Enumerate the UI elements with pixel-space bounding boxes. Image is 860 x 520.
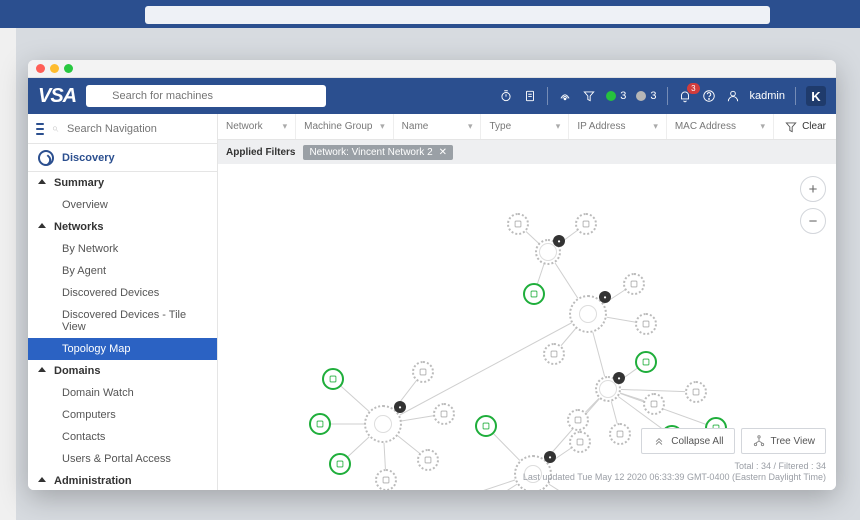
nav-section[interactable]: Administration: [28, 470, 217, 490]
filter-column[interactable]: Network▾: [218, 114, 296, 139]
notifications-icon[interactable]: 3: [678, 89, 692, 103]
brand-badge[interactable]: K: [806, 86, 826, 106]
nav-section[interactable]: Domains: [28, 360, 217, 382]
menu-icon[interactable]: [36, 123, 44, 135]
sidebar-search-input[interactable]: [67, 123, 209, 135]
topology-node[interactable]: [609, 423, 631, 445]
mac-titlebar: [28, 60, 836, 78]
last-updated-text: Last updated Tue May 12 2020 06:33:39 GM…: [523, 472, 826, 484]
close-icon[interactable]: ✕: [439, 147, 447, 158]
zoom-controls: + −: [800, 176, 826, 234]
nav-item[interactable]: By Agent: [28, 260, 217, 282]
document-icon[interactable]: [523, 89, 537, 103]
nav-item[interactable]: Overview: [28, 194, 217, 216]
topology-node[interactable]: [375, 469, 397, 490]
topology-node[interactable]: [685, 381, 707, 403]
topology-hub[interactable]: •: [595, 376, 621, 402]
nav-section[interactable]: Summary: [28, 172, 217, 194]
topology-node[interactable]: [322, 368, 344, 390]
sidebar-nav: SummaryOverviewNetworksBy NetworkBy Agen…: [28, 172, 217, 490]
zoom-out-button[interactable]: −: [800, 208, 826, 234]
filter-funnel-icon[interactable]: [582, 89, 596, 103]
topology-node[interactable]: [433, 403, 455, 425]
topology-node[interactable]: [329, 453, 351, 475]
minimize-dot[interactable]: [50, 64, 59, 73]
filter-icon: [784, 120, 798, 134]
totals-text: Total : 34 / Filtered : 34: [523, 461, 826, 473]
sidebar: Discovery SummaryOverviewNetworksBy Netw…: [28, 114, 218, 490]
app-header: VSA 3 3 3 kadmin K: [28, 78, 836, 114]
nav-item[interactable]: Discovered Devices: [28, 282, 217, 304]
topology-node[interactable]: [575, 213, 597, 235]
status-online[interactable]: 3: [606, 90, 626, 102]
filter-column[interactable]: IP Address▾: [569, 114, 667, 139]
topology-hub[interactable]: •: [569, 295, 607, 333]
global-search[interactable]: [86, 85, 326, 107]
header-actions: 3 3 3 kadmin K: [499, 86, 826, 106]
clear-filters-button[interactable]: Clear: [774, 114, 836, 139]
topology-canvas[interactable]: ••••• + − Collapse All Tree View: [218, 164, 836, 490]
help-icon[interactable]: [702, 89, 716, 103]
filter-column[interactable]: MAC Address▾: [667, 114, 774, 139]
zoom-in-button[interactable]: +: [800, 176, 826, 202]
search-icon: [52, 122, 59, 136]
nav-item[interactable]: Domain Watch: [28, 382, 217, 404]
filter-chip[interactable]: Network: Vincent Network 2 ✕: [303, 145, 453, 160]
topology-hub[interactable]: •: [535, 239, 561, 265]
topology-node[interactable]: [635, 351, 657, 373]
topology-node[interactable]: [643, 393, 665, 415]
user-name[interactable]: kadmin: [750, 90, 785, 102]
topology-node[interactable]: [309, 413, 331, 435]
topology-node[interactable]: [417, 449, 439, 471]
collapse-icon: [652, 434, 666, 448]
canvas-footer: Total : 34 / Filtered : 34 Last updated …: [523, 461, 826, 484]
filter-column[interactable]: Name▾: [394, 114, 482, 139]
close-dot[interactable]: [36, 64, 45, 73]
nav-section[interactable]: Networks: [28, 216, 217, 238]
main-pane: Network▾Machine Group▾Name▾Type▾IP Addre…: [218, 114, 836, 490]
applied-filters-bar: Applied Filters Network: Vincent Network…: [218, 140, 836, 164]
app-window: VSA 3 3 3 kadmin K: [28, 60, 836, 490]
collapse-all-button[interactable]: Collapse All: [641, 428, 734, 454]
topology-hub[interactable]: •: [364, 405, 402, 443]
nav-item[interactable]: Users & Portal Access: [28, 448, 217, 470]
topology-node[interactable]: [567, 409, 589, 431]
module-header[interactable]: Discovery: [28, 144, 217, 172]
sidebar-search[interactable]: [28, 114, 217, 144]
applied-filters-label: Applied Filters: [226, 147, 295, 158]
topology-node[interactable]: [569, 431, 591, 453]
global-search-input[interactable]: [112, 90, 320, 102]
topology-node[interactable]: [543, 343, 565, 365]
filter-column[interactable]: Type▾: [481, 114, 569, 139]
search-icon: [92, 89, 106, 103]
nav-item[interactable]: Discovered Devices - Tile View: [28, 304, 217, 338]
tree-view-button[interactable]: Tree View: [741, 428, 826, 454]
topology-node[interactable]: [412, 361, 434, 383]
nav-item[interactable]: Topology Map: [28, 338, 217, 360]
maximize-dot[interactable]: [64, 64, 73, 73]
tree-icon: [752, 434, 766, 448]
nav-item[interactable]: By Network: [28, 238, 217, 260]
topology-node[interactable]: [635, 313, 657, 335]
topology-node[interactable]: [475, 415, 497, 437]
topology-node[interactable]: [523, 283, 545, 305]
topology-node[interactable]: [623, 273, 645, 295]
signal-icon[interactable]: [558, 89, 572, 103]
discovery-icon: [38, 150, 54, 166]
status-offline[interactable]: 3: [636, 90, 656, 102]
app-logo: VSA: [38, 85, 76, 108]
nav-item[interactable]: Computers: [28, 404, 217, 426]
nav-item[interactable]: Contacts: [28, 426, 217, 448]
user-icon[interactable]: [726, 89, 740, 103]
filter-bar: Network▾Machine Group▾Name▾Type▾IP Addre…: [218, 114, 836, 140]
filter-column[interactable]: Machine Group▾: [296, 114, 394, 139]
topology-node[interactable]: [507, 213, 529, 235]
stopwatch-icon[interactable]: [499, 89, 513, 103]
